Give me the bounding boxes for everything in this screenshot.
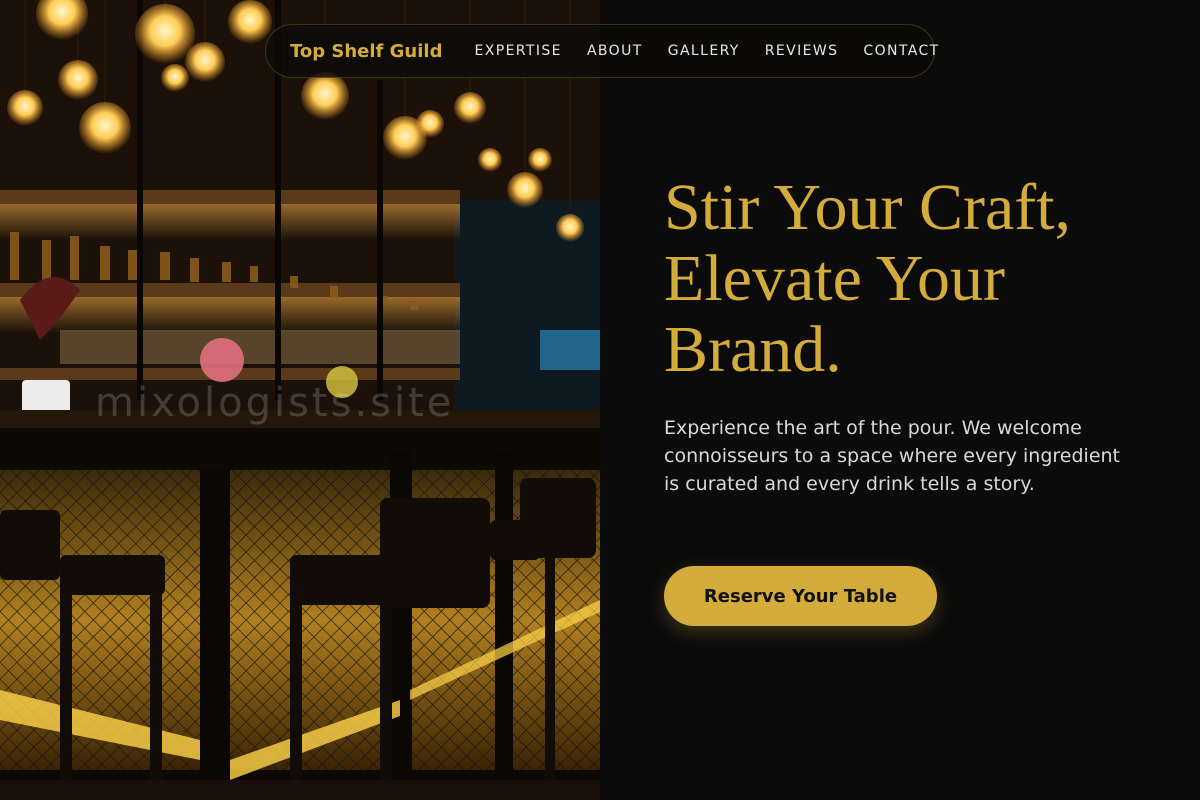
hero-content: Stir Your Craft, Elevate Your Brand. Exp… — [600, 0, 1200, 800]
headline-line-1: Stir Your Craft, — [664, 171, 1072, 244]
brand-logo-link[interactable]: Top Shelf Guild — [290, 41, 442, 62]
reserve-table-button[interactable]: Reserve Your Table — [664, 566, 937, 626]
hero-headline: Stir Your Craft, Elevate Your Brand. — [664, 172, 1164, 385]
nav-link-reviews[interactable]: REVIEWS — [765, 43, 839, 59]
nav-link-gallery[interactable]: GALLERY — [668, 43, 740, 59]
watermark-text: mixologists.site — [95, 380, 455, 426]
hero-photo: mixologists.site — [0, 0, 600, 800]
nav-link-about[interactable]: ABOUT — [587, 43, 643, 59]
nav-link-contact[interactable]: CONTACT — [863, 43, 939, 59]
nav-link-expertise[interactable]: EXPERTISE — [474, 43, 561, 59]
hero-description: Experience the art of the pour. We welco… — [664, 417, 1121, 495]
headline-line-2: Elevate Your — [664, 242, 1005, 315]
neon-sign — [540, 330, 600, 370]
headline-line-3: Brand. — [664, 313, 842, 386]
top-navigation: Top Shelf Guild EXPERTISE ABOUT GALLERY … — [265, 24, 938, 78]
nav-links: EXPERTISE ABOUT GALLERY REVIEWS CONTACT — [474, 43, 939, 59]
